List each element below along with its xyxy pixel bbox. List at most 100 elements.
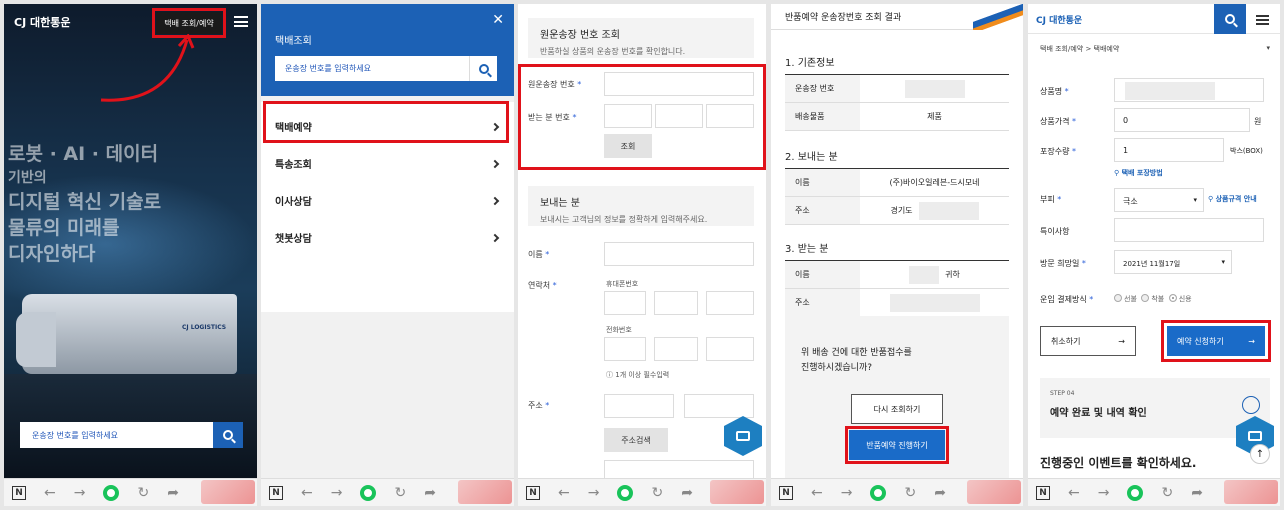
masked-value [904, 79, 965, 98]
share-icon[interactable]: ➦ [1191, 485, 1203, 501]
back-icon[interactable]: ← [558, 485, 570, 501]
price-label: 상품가격 * [1040, 116, 1076, 127]
forward-icon[interactable]: → [331, 485, 343, 501]
search-icon [223, 430, 233, 440]
retry-button[interactable]: 다시 조회하기 [851, 394, 943, 424]
menu-item-moving[interactable]: 이사상담 [261, 182, 514, 219]
phone-input-3[interactable] [706, 337, 754, 361]
refresh-icon[interactable]: ↻ [394, 485, 406, 501]
hero-line-5: 디자인하다 [8, 243, 96, 265]
notes-label: 특이사항 [1040, 227, 1070, 236]
menu-item-express[interactable]: 특송조회 [261, 145, 514, 182]
back-icon[interactable]: ← [1068, 485, 1080, 501]
volume-select[interactable]: 극소 ▾ [1114, 188, 1204, 212]
home-icon[interactable] [103, 484, 120, 501]
hero-search-bar: 운송장 번호를 입력하세요 [20, 422, 243, 448]
visit-date-select[interactable]: 2021년 11월17일 ▾ [1114, 250, 1232, 274]
menu-search-button[interactable] [469, 56, 497, 81]
panel-reservation-form: CJ 대한통운 택배 조회/예약 > 택배예약 ▾ 상품명 * 상품가격 * 0 … [1028, 4, 1280, 506]
naver-icon[interactable]: N [12, 485, 26, 500]
forward-icon[interactable]: → [1098, 485, 1110, 501]
forward-icon[interactable]: → [74, 485, 86, 501]
mobile-input-3[interactable] [706, 291, 754, 315]
required-mark: * [1064, 87, 1069, 96]
site-header: CJ 대한통운 [1028, 4, 1280, 34]
name-label-text: 이름 [528, 250, 543, 259]
postcode-input[interactable] [604, 394, 674, 418]
sender-addr-text: 경기도 [890, 206, 913, 215]
naver-icon[interactable]: N [1036, 485, 1050, 500]
naver-icon[interactable]: N [779, 485, 793, 500]
radio-icon [1114, 294, 1122, 302]
address-detail-input[interactable] [604, 460, 754, 480]
qty-input[interactable]: 1 [1114, 138, 1224, 162]
sender-name-input[interactable] [604, 242, 754, 266]
refresh-icon[interactable]: ↻ [651, 485, 663, 501]
home-icon[interactable] [360, 484, 377, 501]
forward-icon[interactable]: → [841, 485, 853, 501]
menu-icon[interactable] [234, 16, 248, 27]
truck-image: CJ LOGISTICS [16, 294, 237, 374]
menu-item-chatbot[interactable]: 챗봇상담 [261, 219, 514, 256]
radio-selected-icon [1168, 294, 1177, 302]
share-icon[interactable]: ➦ [681, 485, 693, 501]
back-icon[interactable]: ← [44, 485, 56, 501]
menu-item-label: 챗봇상담 [275, 234, 312, 245]
size-guide-link[interactable]: ⚲ 상품규격 안내 [1208, 194, 1257, 204]
breadcrumb-text: 택배 조회/예약 > 택배예약 [1040, 45, 1120, 53]
refresh-icon[interactable]: ↻ [904, 485, 916, 501]
chat-button[interactable] [724, 416, 762, 456]
home-icon[interactable] [870, 484, 887, 501]
payment-option-prepaid[interactable]: 선불 [1114, 294, 1137, 303]
cj-logo[interactable]: CJ 대한통운 [1036, 13, 1082, 26]
step-04-panel[interactable]: STEP 04 예약 완료 및 내역 확인 [1040, 378, 1270, 438]
product-name-input[interactable] [1114, 78, 1264, 102]
back-icon[interactable]: ← [811, 485, 823, 501]
payment-option-credit[interactable]: 신용 [1168, 294, 1192, 303]
menu-icon[interactable] [1256, 15, 1269, 25]
highlight-box [845, 426, 949, 464]
masked-value [1125, 82, 1215, 100]
notes-input[interactable] [1114, 218, 1264, 242]
phone-input-2[interactable] [654, 337, 698, 361]
hero-search-input[interactable]: 운송장 번호를 입력하세요 [20, 430, 213, 441]
cj-logo[interactable]: CJ 대한통운 [14, 14, 70, 30]
phone-input-1[interactable] [604, 337, 646, 361]
share-icon[interactable]: ➦ [934, 485, 946, 501]
share-icon[interactable]: ➦ [167, 485, 179, 501]
header-search-button[interactable] [1214, 4, 1246, 34]
td-recv-name: 귀하 [860, 261, 1009, 288]
naver-icon[interactable]: N [526, 485, 540, 500]
home-icon[interactable] [1127, 484, 1144, 501]
address-search-button[interactable]: 주소검색 [604, 428, 668, 452]
hero-search-button[interactable] [213, 422, 243, 448]
pointer-arrow [100, 34, 195, 102]
packing-guide-link[interactable]: ⚲ 택배 포장방법 [1114, 168, 1163, 178]
sender-table: 이름 (주)바이오일레븐-드시모네 주소 경기도 [785, 168, 1009, 225]
address-input-2[interactable] [684, 394, 754, 418]
price-input[interactable]: 0 [1114, 108, 1250, 132]
forward-icon[interactable]: → [588, 485, 600, 501]
mobile-input-2[interactable] [654, 291, 698, 315]
search-icon [478, 63, 489, 74]
qty-unit: 박스(BOX) [1230, 147, 1263, 155]
breadcrumb[interactable]: 택배 조회/예약 > 택배예약 ▾ [1040, 44, 1270, 54]
refresh-icon[interactable]: ↻ [1161, 485, 1173, 501]
menu-search-input[interactable]: 운송장 번호를 입력하세요 [275, 63, 469, 74]
refresh-icon[interactable]: ↻ [137, 485, 149, 501]
td-tracking [860, 75, 1009, 102]
home-icon[interactable] [617, 484, 634, 501]
mobile-input-1[interactable] [604, 291, 646, 315]
naver-icon[interactable]: N [269, 485, 283, 500]
scroll-top-button[interactable]: ↑ [1250, 444, 1270, 464]
required-mark: * [1057, 195, 1062, 204]
existing-info-table: 운송장 번호 배송물품 제품 [785, 74, 1009, 131]
close-icon[interactable]: ✕ [492, 12, 504, 28]
payment-option-cod[interactable]: 착불 [1141, 294, 1164, 303]
highlight-box [1161, 320, 1271, 362]
cancel-button[interactable]: 취소하기 → [1040, 326, 1136, 356]
share-icon[interactable]: ➦ [424, 485, 436, 501]
label-text: 포장수량 [1040, 147, 1070, 156]
back-icon[interactable]: ← [301, 485, 313, 501]
menu-header: ✕ 택배조회 운송장 번호를 입력하세요 [261, 4, 514, 96]
